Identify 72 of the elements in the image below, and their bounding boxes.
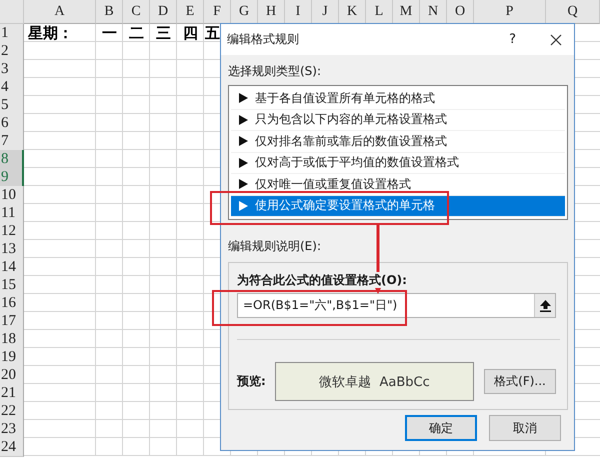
row-header[interactable]: 15 (0, 276, 24, 295)
row-header[interactable]: 3 (0, 60, 24, 79)
row-header[interactable]: 11 (0, 204, 24, 223)
column-header[interactable]: K (339, 0, 366, 24)
column-header[interactable]: G (231, 0, 258, 24)
triangle-icon (239, 114, 248, 125)
section-label: 选择规则类型(S): (228, 63, 322, 79)
column-header[interactable]: C (123, 0, 150, 24)
row-header[interactable]: 13 (0, 240, 24, 259)
list-item[interactable]: 使用公式确定要设置格式的单元格 (231, 196, 565, 217)
preview-sample: 微软卓越 AaBbCc (275, 362, 474, 401)
upload-arrow-icon (540, 300, 550, 312)
table-cell: 一 (102, 25, 117, 42)
column-header[interactable]: D (150, 0, 177, 24)
row-header[interactable]: 12 (0, 222, 24, 241)
column-header[interactable]: I (285, 0, 312, 24)
triangle-icon (239, 136, 248, 146)
column-header[interactable]: B (96, 0, 123, 24)
cancel-button[interactable]: 取消 (489, 415, 561, 441)
row-header[interactable]: 5 (0, 96, 24, 115)
column-header[interactable]: F (204, 0, 231, 24)
row-header[interactable]: 6 (0, 114, 24, 133)
row-header[interactable]: 10 (0, 186, 24, 205)
section-label: 编辑规则说明(E): (228, 238, 322, 254)
column-header[interactable]: J (312, 0, 339, 24)
row-header[interactable]: 4 (0, 78, 24, 97)
column-header[interactable]: O (447, 0, 474, 24)
list-item[interactable]: 只为包含以下内容的单元格设置格式 (231, 110, 565, 131)
row-header[interactable]: 19 (0, 348, 24, 367)
triangle-icon (239, 93, 248, 104)
table-cell: 星期： (28, 25, 73, 42)
table-cell: 二 (129, 25, 144, 42)
table-cell: 五 (205, 25, 220, 42)
row-header[interactable]: 14 (0, 258, 24, 277)
column-header[interactable]: M (393, 0, 420, 24)
column-header[interactable]: E (177, 0, 204, 24)
window-title: 编辑格式规则 (227, 31, 300, 48)
column-header[interactable]: L (366, 0, 393, 24)
row-header[interactable]: 17 (0, 312, 24, 331)
triangle-icon (239, 179, 248, 190)
row-header[interactable]: 20 (0, 366, 24, 385)
help-button[interactable]: ? (509, 32, 516, 47)
row-header[interactable]: 9 (0, 168, 24, 187)
row-header[interactable]: 23 (0, 420, 24, 439)
row-header[interactable]: 1 (0, 24, 24, 43)
triangle-icon (239, 158, 248, 168)
table-cell: 四 (183, 25, 198, 42)
collapse-button[interactable] (534, 294, 555, 317)
close-icon (550, 34, 562, 46)
triangle-icon (239, 200, 248, 211)
table-cell: 三 (156, 25, 171, 42)
row-header[interactable]: 8 (0, 150, 24, 169)
column-header[interactable]: H (258, 0, 285, 24)
column-header[interactable]: N (420, 0, 447, 24)
formula-field[interactable]: =OR(B$1="六",B$1="日") (237, 293, 556, 318)
column-header[interactable]: P (474, 0, 546, 24)
field-label: 为符合此公式的值设置格式(O): (237, 272, 407, 288)
row-header[interactable]: 18 (0, 330, 24, 349)
row-header[interactable]: 22 (0, 402, 24, 421)
field-label: 预览: (237, 373, 267, 390)
row-header[interactable]: 16 (0, 294, 24, 313)
row-header[interactable]: 21 (0, 384, 24, 403)
list-item[interactable]: 仅对排名靠前或靠后的数值设置格式 (231, 131, 565, 152)
list-item[interactable]: 仅对高于或低于平均值的数值设置格式 (231, 152, 565, 174)
ok-button[interactable]: 确定 (405, 415, 477, 441)
list-item[interactable]: 基于各自值设置所有单元格的格式 (231, 88, 565, 110)
format-button[interactable]: 格式(F)... (484, 369, 556, 394)
row-header[interactable]: 24 (0, 438, 24, 457)
row-header[interactable]: 2 (0, 42, 24, 61)
row-header[interactable]: 7 (0, 132, 24, 151)
column-header[interactable]: Q (546, 0, 600, 24)
column-header[interactable]: A (24, 0, 96, 24)
